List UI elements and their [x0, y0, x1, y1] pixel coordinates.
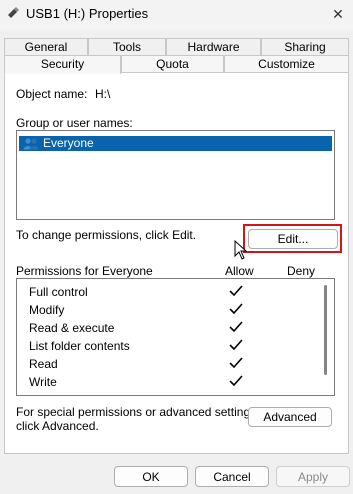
- tab-hardware-label: Hardware: [187, 40, 240, 54]
- tab-sharing[interactable]: Sharing: [261, 38, 349, 56]
- object-name-label: Object name:: [16, 87, 88, 101]
- tab-tools[interactable]: Tools: [88, 38, 166, 56]
- group-names-label: Group or user names:: [16, 116, 133, 130]
- tab-customize-label: Customize: [258, 57, 315, 71]
- cancel-button[interactable]: Cancel: [195, 466, 269, 487]
- apply-button[interactable]: Apply: [276, 466, 350, 487]
- window-title: USB1 (H:) Properties: [26, 6, 149, 21]
- object-name-value: H:\: [95, 87, 111, 101]
- user-list[interactable]: Everyone: [16, 130, 335, 220]
- tab-quota[interactable]: Quota: [121, 55, 224, 73]
- tab-hardware[interactable]: Hardware: [166, 38, 261, 56]
- tab-quota-label: Quota: [156, 57, 189, 71]
- user-item-label: Everyone: [43, 136, 94, 150]
- close-icon: ✕: [332, 5, 344, 22]
- edit-highlight-box: [243, 224, 342, 253]
- permission-row-read-execute: Read & execute: [17, 319, 317, 337]
- permission-name: List folder contents: [29, 339, 130, 353]
- permissions-list[interactable]: Full control Modify Read & execute List …: [16, 278, 335, 396]
- permission-row-read: Read: [17, 355, 317, 373]
- tab-general[interactable]: General: [4, 38, 88, 56]
- users-group-icon: [23, 138, 39, 150]
- tab-general-label: General: [24, 40, 68, 54]
- ok-button[interactable]: OK: [114, 466, 188, 487]
- tab-row-front: Security Quota Customize: [4, 55, 349, 74]
- close-button[interactable]: ✕: [323, 0, 353, 28]
- tab-row-back: General Tools Hardware Sharing: [4, 38, 349, 56]
- permission-name: Full control: [29, 285, 88, 299]
- allow-column-header: Allow: [225, 264, 254, 278]
- deny-column-header: Deny: [287, 264, 316, 278]
- allow-check-icon: [229, 339, 243, 351]
- permission-name: Read & execute: [29, 321, 115, 335]
- permission-row-full-control: Full control: [17, 283, 317, 301]
- advanced-button[interactable]: Advanced: [248, 407, 332, 427]
- permission-name: Write: [29, 375, 57, 389]
- scrollbar-thumb[interactable]: [324, 285, 327, 375]
- permissions-scrollbar[interactable]: [318, 279, 334, 395]
- mouse-pointer-icon: [234, 240, 248, 260]
- permission-row-modify: Modify: [17, 301, 317, 319]
- permissions-header: Permissions for Everyone: [16, 264, 153, 278]
- permission-name: Read: [29, 357, 58, 371]
- allow-check-icon: [229, 285, 243, 297]
- advanced-hint-line1: For special permissions or advanced sett…: [16, 405, 260, 419]
- allow-check-icon: [229, 303, 243, 315]
- tab-customize[interactable]: Customize: [224, 55, 349, 73]
- tab-tools-label: Tools: [112, 40, 141, 54]
- advanced-hint-line2: click Advanced.: [16, 419, 99, 433]
- permission-row-list-folder-contents: List folder contents: [17, 337, 317, 355]
- user-item-everyone[interactable]: Everyone: [19, 136, 332, 151]
- permission-row-write: Write: [17, 373, 317, 391]
- change-permissions-hint: To change permissions, click Edit.: [16, 228, 197, 242]
- allow-check-icon: [229, 375, 243, 387]
- permission-name: Modify: [29, 303, 65, 317]
- usb-drive-icon: [8, 7, 19, 18]
- allow-check-icon: [229, 321, 243, 333]
- allow-check-icon: [229, 357, 243, 369]
- title-bar: USB1 (H:) Properties ✕: [0, 0, 353, 30]
- tab-security[interactable]: Security: [4, 55, 121, 74]
- tab-sharing-label: Sharing: [284, 40, 326, 54]
- tab-security-label: Security: [40, 57, 85, 71]
